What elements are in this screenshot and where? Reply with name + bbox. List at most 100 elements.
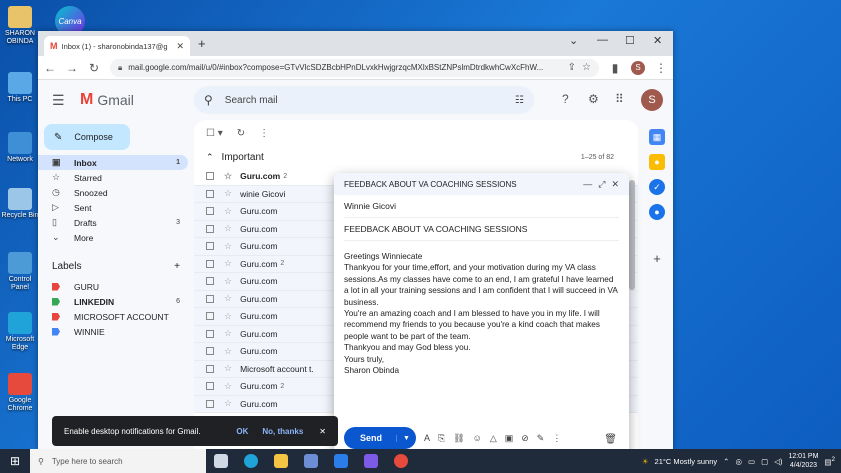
- forward-icon[interactable]: →: [66, 61, 78, 75]
- settings-gear-icon[interactable]: ⚙: [588, 92, 599, 106]
- add-addon-icon[interactable]: +: [649, 250, 665, 266]
- new-tab-icon[interactable]: +: [198, 36, 206, 51]
- star-icon[interactable]: ☆: [224, 188, 232, 199]
- row-checkbox[interactable]: [206, 259, 214, 268]
- tray-chevron-icon[interactable]: ⌃: [723, 457, 729, 466]
- minimize-compose-icon[interactable]: —: [583, 179, 592, 189]
- profile-avatar[interactable]: S: [631, 60, 645, 75]
- row-checkbox[interactable]: [206, 224, 214, 233]
- desktop-icon[interactable]: This PC: [0, 72, 40, 104]
- emoji-icon[interactable]: ☺: [473, 433, 482, 443]
- row-checkbox[interactable]: [206, 364, 214, 373]
- sidebar-item-drafts[interactable]: ▯ Drafts 3: [38, 215, 188, 230]
- add-label-icon[interactable]: +: [174, 261, 180, 272]
- menu-dots-icon[interactable]: ⋮: [655, 61, 667, 75]
- battery-icon[interactable]: ▭: [748, 457, 755, 466]
- compose-header[interactable]: FEEDBACK ABOUT VA COACHING SESSIONS — ⤢ …: [334, 173, 629, 195]
- desktop-icon[interactable]: Control Panel: [0, 252, 40, 292]
- compose-button[interactable]: ✎ Compose: [44, 124, 130, 150]
- star-icon[interactable]: ☆: [224, 293, 232, 304]
- star-icon[interactable]: ☆: [224, 171, 232, 182]
- label-item[interactable]: WINNIE: [38, 324, 188, 339]
- sidebar-item-more[interactable]: ⌄ More: [38, 230, 188, 245]
- attach-icon[interactable]: ⎘: [438, 433, 445, 444]
- recipient-field[interactable]: Winnie Gicovi: [344, 195, 619, 218]
- message-body[interactable]: Greetings Winniecate Thankyou for your ti…: [344, 251, 619, 376]
- star-icon[interactable]: ☆: [224, 381, 232, 392]
- display-icon[interactable]: ▢: [761, 457, 768, 466]
- close-tab-icon[interactable]: ✕: [176, 41, 184, 52]
- minimize-icon[interactable]: —: [597, 34, 608, 46]
- back-icon[interactable]: ←: [44, 61, 56, 75]
- maximize-icon[interactable]: ☐: [625, 34, 635, 47]
- row-checkbox[interactable]: [206, 347, 214, 356]
- label-item[interactable]: MICROSOFT ACCOUNT: [38, 309, 188, 324]
- store-icon[interactable]: [296, 449, 326, 473]
- send-button[interactable]: Send ▼: [344, 427, 416, 449]
- search-input[interactable]: Search mail: [225, 95, 515, 106]
- sidebar-item-inbox[interactable]: ▣ Inbox 1: [38, 155, 188, 170]
- close-compose-icon[interactable]: ✕: [611, 179, 619, 190]
- star-icon[interactable]: ☆: [224, 311, 232, 322]
- search-icon[interactable]: ⚲: [204, 93, 213, 107]
- toast-ok-button[interactable]: OK: [236, 427, 248, 436]
- tasks-icon[interactable]: ✓: [649, 179, 665, 195]
- discard-trash-icon[interactable]: 🗑︎: [604, 434, 617, 445]
- keep-icon[interactable]: ●: [649, 154, 665, 170]
- taskbar-search[interactable]: ⚲ Type here to search: [30, 449, 206, 473]
- chevron-down-icon[interactable]: ⌄: [569, 34, 578, 47]
- row-checkbox[interactable]: [206, 382, 214, 391]
- mail-app-icon[interactable]: [326, 449, 356, 473]
- select-all-checkbox[interactable]: ☐ ▾: [206, 128, 223, 139]
- network-icon[interactable]: ◎: [735, 457, 742, 466]
- more-options-icon[interactable]: ⋮: [259, 128, 269, 139]
- apps-grid-icon[interactable]: ⠿: [615, 92, 624, 106]
- star-icon[interactable]: ☆: [224, 241, 232, 252]
- scrollbar[interactable]: [629, 180, 635, 290]
- star-icon[interactable]: ☆: [224, 258, 232, 269]
- search-options-icon[interactable]: ☷: [515, 95, 524, 106]
- row-checkbox[interactable]: [206, 277, 214, 286]
- row-checkbox[interactable]: [206, 312, 214, 321]
- row-checkbox[interactable]: [206, 172, 214, 181]
- more-compose-options-icon[interactable]: ⋮: [552, 433, 561, 444]
- calendar-icon[interactable]: ▦: [649, 129, 665, 145]
- drive-icon[interactable]: △: [490, 433, 497, 444]
- sidebar-item-snoozed[interactable]: ◷ Snoozed: [38, 185, 188, 200]
- label-item[interactable]: LINKEDIN 6: [38, 294, 188, 309]
- send-options-icon[interactable]: ▼: [396, 434, 416, 442]
- row-checkbox[interactable]: [206, 189, 214, 198]
- collapse-chevron-icon[interactable]: ⌃: [206, 152, 214, 163]
- tab-gmail-inbox[interactable]: M Inbox (1) - sharonobinda137@g ✕: [44, 36, 190, 56]
- formatting-icon[interactable]: A: [424, 433, 430, 443]
- weather-text[interactable]: 21°C Mostly sunny: [655, 457, 718, 466]
- desktop-icon[interactable]: SHARON OBINDA: [0, 6, 40, 46]
- desktop-icon[interactable]: Network: [0, 132, 40, 164]
- star-icon[interactable]: ☆: [224, 363, 232, 374]
- side-panel-icon[interactable]: ▮: [609, 61, 621, 75]
- reload-icon[interactable]: ↻: [88, 61, 100, 75]
- chrome-taskbar-icon[interactable]: [386, 449, 416, 473]
- share-icon[interactable]: ⇪: [568, 62, 576, 73]
- sidebar-item-starred[interactable]: ☆ Starred: [38, 170, 188, 185]
- notification-center-icon[interactable]: ▤2: [824, 456, 835, 467]
- desktop-icon[interactable]: Microsoft Edge: [0, 312, 40, 352]
- row-checkbox[interactable]: [206, 242, 214, 251]
- star-icon[interactable]: ☆: [224, 223, 232, 234]
- sidebar-item-sent[interactable]: ▷ Sent: [38, 200, 188, 215]
- app-icon[interactable]: [356, 449, 386, 473]
- toast-no-thanks-button[interactable]: No, thanks: [262, 427, 303, 436]
- star-icon[interactable]: ☆: [224, 206, 232, 217]
- address-bar[interactable]: 🔒︎ mail.google.com/mail/u/0/#inbox?compo…: [110, 58, 599, 77]
- hamburger-menu-icon[interactable]: ☰: [52, 92, 72, 109]
- desktop-icon[interactable]: Recycle Bin: [0, 188, 40, 220]
- contacts-icon[interactable]: ●: [649, 204, 665, 220]
- signature-icon[interactable]: ✎: [537, 433, 545, 444]
- help-icon[interactable]: ?: [562, 92, 569, 106]
- search-bar[interactable]: ⚲ Search mail ☷: [194, 86, 534, 114]
- task-view-icon[interactable]: [206, 449, 236, 473]
- refresh-icon[interactable]: ↻: [237, 128, 245, 139]
- windows-start-icon[interactable]: ⊞: [0, 454, 30, 468]
- star-icon[interactable]: ☆: [224, 276, 232, 287]
- weather-icon[interactable]: ☀: [642, 457, 649, 466]
